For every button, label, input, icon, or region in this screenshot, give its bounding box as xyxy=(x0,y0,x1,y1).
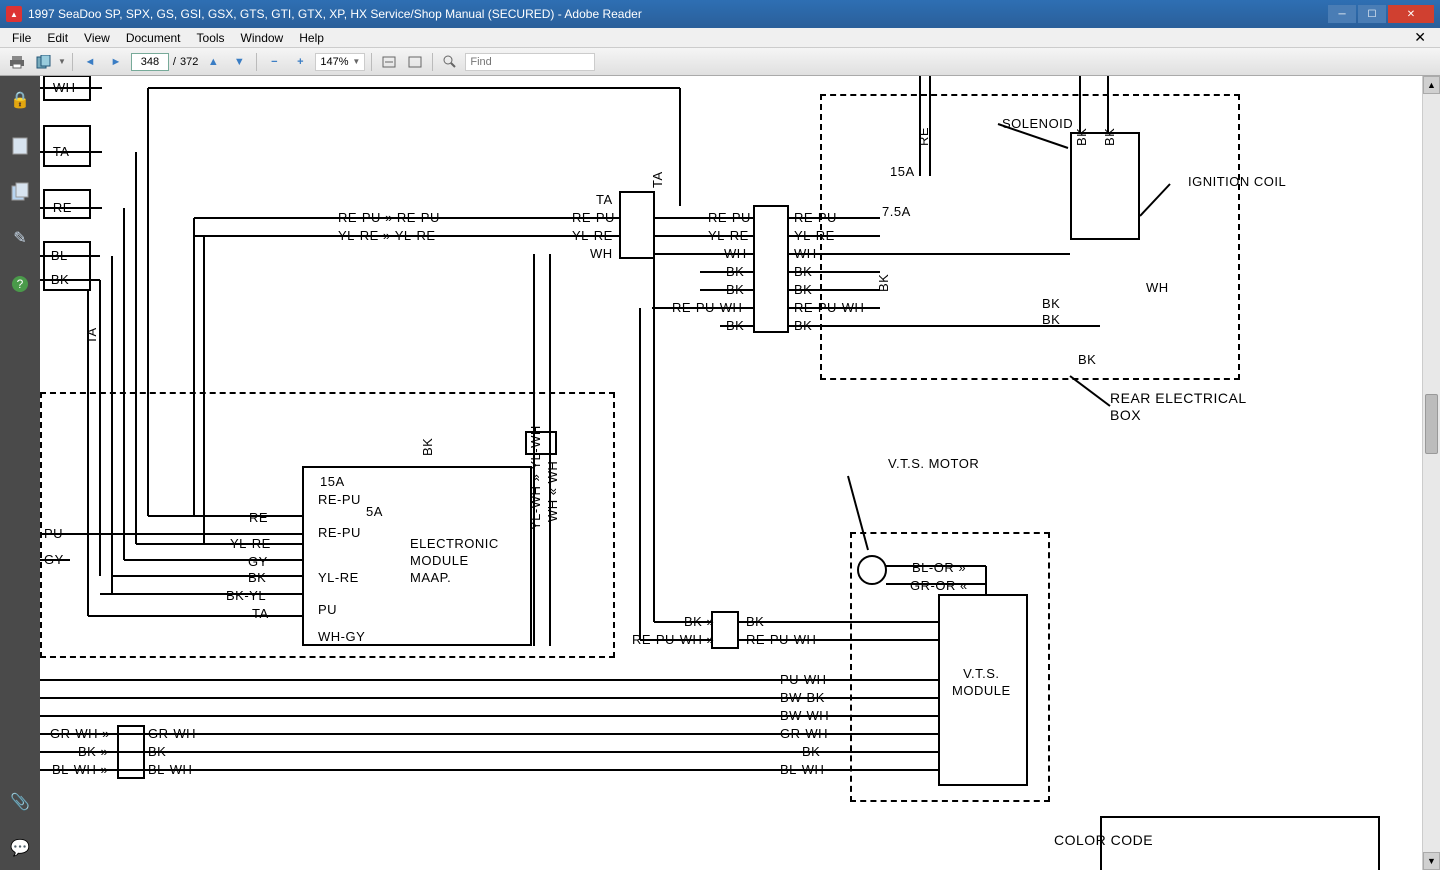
menu-view[interactable]: View xyxy=(76,29,118,47)
layers-icon[interactable] xyxy=(8,180,32,204)
menu-edit[interactable]: Edit xyxy=(39,29,76,47)
close-button[interactable]: ✕ xyxy=(1388,5,1434,23)
page-up-button[interactable]: ▲ xyxy=(202,52,224,72)
title-bar: ▲ 1997 SeaDoo SP, SPX, GS, GSI, GSX, GTS… xyxy=(0,0,1440,28)
help-icon[interactable]: ? xyxy=(8,272,32,296)
menu-document[interactable]: Document xyxy=(118,29,189,47)
page-total: 372 xyxy=(180,56,198,68)
find-input[interactable] xyxy=(465,53,595,71)
menu-window[interactable]: Window xyxy=(233,29,292,47)
pages-panel-icon[interactable] xyxy=(8,134,32,158)
fit-page-button[interactable] xyxy=(404,52,426,72)
minimize-button[interactable]: ─ xyxy=(1328,5,1356,23)
scroll-thumb[interactable] xyxy=(1425,394,1438,454)
attachment-icon[interactable]: 📎 xyxy=(8,790,32,814)
zoom-out-button[interactable]: − xyxy=(263,52,285,72)
comment-icon[interactable]: 💬 xyxy=(8,836,32,860)
menu-tools[interactable]: Tools xyxy=(189,29,233,47)
scroll-down-button[interactable]: ▼ xyxy=(1423,852,1440,870)
sign-icon[interactable]: ✎ xyxy=(8,226,32,250)
find-button[interactable] xyxy=(439,52,461,72)
menu-file[interactable]: File xyxy=(4,29,39,47)
lock-icon[interactable]: 🔒 xyxy=(8,88,32,112)
print-button[interactable] xyxy=(6,52,28,72)
toolbar: ▼ ◄ ► / 372 ▲ ▼ − + 147%▼ xyxy=(0,48,1440,76)
pdf-icon: ▲ xyxy=(6,6,22,22)
document-viewport[interactable]: ELECTRONIC MODULE MAAP. REAR ELECTRICAL … xyxy=(40,76,1422,870)
window-title: 1997 SeaDoo SP, SPX, GS, GSI, GSX, GTS, … xyxy=(28,7,1326,21)
zoom-level[interactable]: 147%▼ xyxy=(315,53,365,71)
zoom-in-button[interactable]: + xyxy=(289,52,311,72)
next-page-button[interactable]: ► xyxy=(105,52,127,72)
vertical-scrollbar[interactable]: ▲ ▼ xyxy=(1422,76,1440,870)
menu-help[interactable]: Help xyxy=(291,29,332,47)
menu-bar: File Edit View Document Tools Window Hel… xyxy=(0,28,1440,48)
schematic-wires xyxy=(40,76,1422,870)
save-toolbar-button[interactable] xyxy=(32,52,54,72)
scroll-up-button[interactable]: ▲ xyxy=(1423,76,1440,94)
page-separator: / xyxy=(173,56,176,68)
fit-width-button[interactable] xyxy=(378,52,400,72)
prev-page-button[interactable]: ◄ xyxy=(79,52,101,72)
maximize-button[interactable]: ☐ xyxy=(1358,5,1386,23)
page-down-button[interactable]: ▼ xyxy=(228,52,250,72)
pdf-page: ELECTRONIC MODULE MAAP. REAR ELECTRICAL … xyxy=(40,76,1422,870)
page-number-input[interactable] xyxy=(131,53,169,71)
nav-sidebar: 🔒 ✎ ? 📎 💬 xyxy=(0,76,40,870)
menu-close-button[interactable]: ✕ xyxy=(1406,27,1434,48)
